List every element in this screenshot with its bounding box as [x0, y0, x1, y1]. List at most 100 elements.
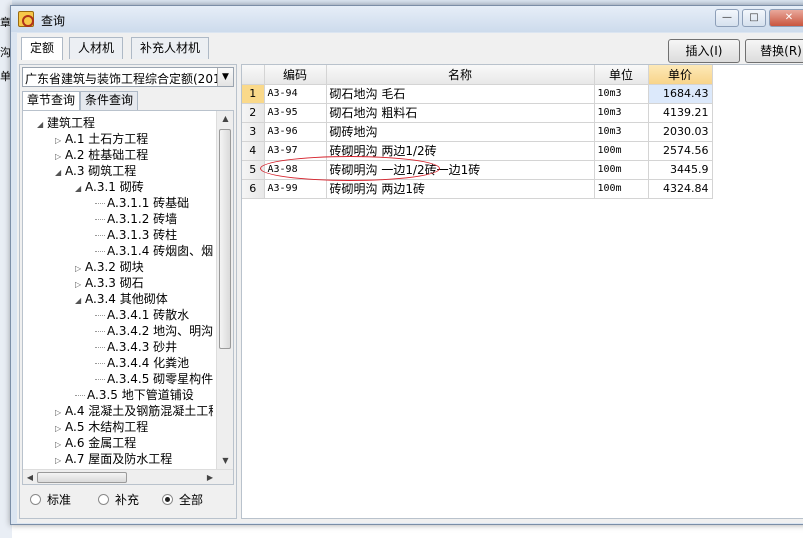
tree-node-label: A.3.4 其他砌体	[85, 292, 168, 306]
tree-node[interactable]: ▷ A.1 土石方工程	[55, 131, 148, 147]
title-bar[interactable]: 查询 — □ ✕	[11, 6, 803, 32]
tree-node[interactable]: A.3.4.2 地沟、明沟	[95, 323, 213, 339]
tab-chapter-search[interactable]: 章节查询	[22, 91, 81, 110]
tree-connector-icon	[95, 235, 105, 236]
tab-quota[interactable]: 定额	[21, 37, 64, 60]
cell-unit[interactable]: 10m3	[594, 122, 649, 142]
cell-code[interactable]: A3-99	[264, 179, 327, 199]
tree-connector-icon	[95, 251, 105, 252]
cell-price[interactable]: 4139.21	[648, 103, 713, 123]
cell-name[interactable]: 砖砌明沟 两边1/2砖	[326, 141, 595, 161]
scroll-left-icon[interactable]: ◀	[23, 470, 37, 484]
scroll-down-icon[interactable]: ▼	[217, 453, 233, 469]
cell-unit[interactable]: 100m	[594, 160, 649, 180]
cell-unit[interactable]: 10m3	[594, 103, 649, 123]
table-row[interactable]: 2 A3-95 砌石地沟 粗料石 10m3 4139.21	[242, 103, 713, 123]
row-number[interactable]: 5	[242, 160, 265, 180]
tree-horizontal-scrollbar[interactable]: ◀ ▶	[23, 469, 233, 484]
tree-node[interactable]: A.3.1.4 砖烟囱、烟道	[95, 243, 213, 259]
scroll-right-icon[interactable]: ▶	[203, 470, 217, 484]
tree-node[interactable]: A.3.4.3 砂井	[95, 339, 177, 355]
cell-price[interactable]: 1684.43	[648, 84, 713, 104]
tree-node[interactable]: ▷ A.2 桩基础工程	[55, 147, 148, 163]
cell-code[interactable]: A3-97	[264, 141, 327, 161]
cell-name[interactable]: 砖砌明沟 两边1砖	[326, 179, 595, 199]
replace-button[interactable]: 替换(R)	[745, 39, 803, 63]
cell-code[interactable]: A3-94	[264, 84, 327, 104]
column-header-name[interactable]: 名称	[326, 65, 595, 85]
tree-vertical-scrollbar[interactable]: ▲ ▼	[216, 111, 233, 469]
cell-name[interactable]: 砌砖地沟	[326, 122, 595, 142]
expanded-triangle-icon[interactable]: ◢	[55, 165, 65, 181]
tree-node[interactable]: ◢ A.3 砌筑工程	[55, 163, 136, 179]
tree-node[interactable]: A.3.4.1 砖散水	[95, 307, 189, 323]
radio-supplementary[interactable]: 补充	[98, 492, 139, 508]
cell-name[interactable]: 砌石地沟 粗料石	[326, 103, 595, 123]
cell-code[interactable]: A3-95	[264, 103, 327, 123]
cell-code[interactable]: A3-96	[264, 122, 327, 142]
tree-node[interactable]: ◢ A.3.4 其他砌体	[75, 291, 168, 307]
radio-label: 补充	[115, 493, 140, 507]
table-row[interactable]: 1 A3-94 砌石地沟 毛石 10m3 1684.43	[242, 84, 713, 104]
cell-price[interactable]: 3445.9	[648, 160, 713, 180]
row-number[interactable]: 2	[242, 103, 265, 123]
cell-unit[interactable]: 100m	[594, 179, 649, 199]
cell-name[interactable]: 砖砌明沟 一边1/2砖一边1砖	[326, 160, 595, 180]
tree-node[interactable]: ◢ A.3.1 砌砖	[75, 179, 144, 195]
tree-node-label: A.7 屋面及防水工程	[65, 452, 173, 466]
scroll-thumb[interactable]	[219, 129, 231, 349]
quota-book-select[interactable]: 广东省建筑与装饰工程综合定额(2018) ▼	[22, 67, 234, 87]
tree-node[interactable]: A.3.4.4 化粪池	[95, 355, 189, 371]
row-number[interactable]: 1	[242, 84, 265, 104]
chevron-down-icon[interactable]: ▼	[217, 68, 233, 86]
radio-all[interactable]: 全部	[162, 492, 203, 508]
row-number[interactable]: 4	[242, 141, 265, 161]
close-button[interactable]: ✕	[769, 9, 803, 27]
cell-name[interactable]: 砌石地沟 毛石	[326, 84, 595, 104]
cell-code[interactable]: A3-98	[264, 160, 327, 180]
cell-price[interactable]: 4324.84	[648, 179, 713, 199]
tab-labor-material-machine[interactable]: 人材机	[69, 37, 124, 59]
tree-node[interactable]: ▷ A.7 屋面及防水工程	[55, 451, 172, 467]
cell-unit[interactable]: 100m	[594, 141, 649, 161]
tree-node[interactable]: ▷ A.5 木结构工程	[55, 419, 148, 435]
minimize-button[interactable]: —	[715, 9, 739, 27]
chapter-tree[interactable]: ◢ 建筑工程 ▷ A.1 土石方工程 ▷ A.2 桩基础工程 ◢ A.3 砌筑工程 ◢ A.3.1…	[22, 110, 234, 485]
tab-condition-search[interactable]: 条件查询	[80, 91, 139, 110]
table-row[interactable]: 5 A3-98 砖砌明沟 一边1/2砖一边1砖 100m 3445.9	[242, 160, 713, 180]
table-row[interactable]: 3 A3-96 砌砖地沟 10m3 2030.03	[242, 122, 713, 142]
collapsed-triangle-icon[interactable]: ▷	[55, 453, 65, 469]
tree-node[interactable]: ▷ A.3.3 砌石	[75, 275, 144, 291]
row-number[interactable]: 3	[242, 122, 265, 142]
radio-standard[interactable]: 标准	[30, 492, 71, 508]
tree-node[interactable]: A.3.4.5 砌零星构件	[95, 371, 213, 387]
tree-node[interactable]: A.3.5 地下管道铺设	[75, 387, 194, 403]
row-number[interactable]: 6	[242, 179, 265, 199]
cell-unit[interactable]: 10m3	[594, 84, 649, 104]
column-header-code[interactable]: 编码	[264, 65, 327, 85]
table-row[interactable]: 6 A3-99 砖砌明沟 两边1砖 100m 4324.84	[242, 179, 713, 199]
tree-node-label: 建筑工程	[47, 116, 96, 130]
maximize-button[interactable]: □	[742, 9, 766, 27]
tree-node[interactable]: ▷ A.6 金属工程	[55, 435, 136, 451]
column-header-price[interactable]: 单价	[648, 65, 713, 85]
expanded-triangle-icon[interactable]: ◢	[75, 181, 85, 197]
insert-button[interactable]: 插入(I)	[668, 39, 740, 63]
tree-node[interactable]: A.3.1.2 砖墙	[95, 211, 177, 227]
scroll-thumb[interactable]	[37, 472, 127, 483]
table-row[interactable]: 4 A3-97 砖砌明沟 两边1/2砖 100m 2574.56	[242, 141, 713, 161]
expanded-triangle-icon[interactable]: ◢	[75, 293, 85, 309]
cell-price[interactable]: 2030.03	[648, 122, 713, 142]
tree-node[interactable]: A.3.1.3 砖柱	[95, 227, 177, 243]
tree-node[interactable]: A.3.1.1 砖基础	[95, 195, 189, 211]
cell-price[interactable]: 2574.56	[648, 141, 713, 161]
tree-node-label: A.3.3 砌石	[85, 276, 144, 290]
tree-node[interactable]: ◢ 建筑工程	[37, 115, 95, 131]
tree-node[interactable]: ▷ A.4 混凝土及钢筋混凝土工程	[55, 403, 213, 419]
column-header-rownum[interactable]	[242, 65, 265, 85]
expanded-triangle-icon[interactable]: ◢	[37, 117, 47, 133]
tree-node[interactable]: ▷ A.3.2 砌块	[75, 259, 144, 275]
tab-supplementary-lmm[interactable]: 补充人材机	[131, 37, 210, 59]
column-header-unit[interactable]: 单位	[594, 65, 649, 85]
scroll-up-icon[interactable]: ▲	[217, 111, 233, 127]
